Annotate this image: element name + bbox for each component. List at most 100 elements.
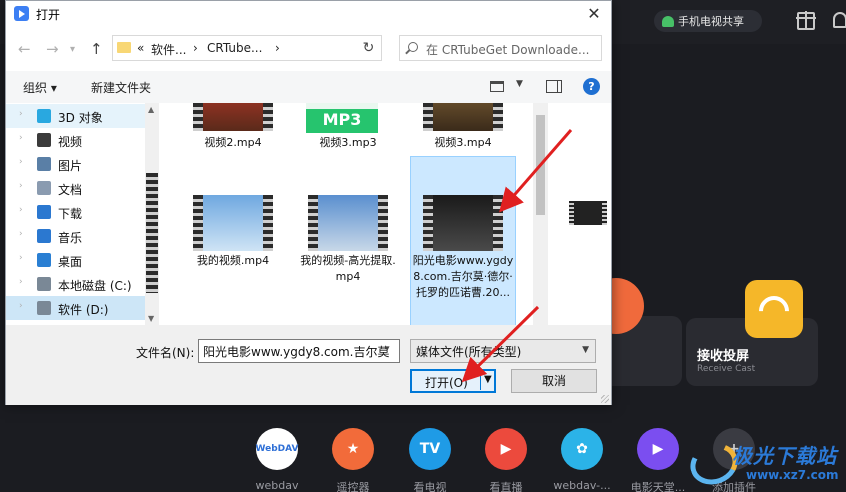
3d-objects-icon bbox=[37, 109, 51, 123]
breadcrumb-separator[interactable]: › bbox=[193, 41, 198, 55]
sidebar-item-label: 3D 对象 bbox=[58, 111, 103, 125]
chevron-down-icon: ▼ bbox=[582, 345, 589, 355]
dock-item-label: webdav-... bbox=[553, 479, 611, 492]
file-item[interactable]: 阳光电影www.ygdy8.com.吉尔莫·德尔·托罗的匹诺曹.20... bbox=[410, 156, 516, 325]
dialog-titlebar[interactable]: 打开 ✕ bbox=[6, 1, 611, 27]
bell-icon[interactable] bbox=[833, 12, 846, 28]
refresh-button[interactable]: ↻ bbox=[356, 35, 382, 61]
android-icon bbox=[662, 15, 674, 27]
sidebar-item[interactable]: › 文档 bbox=[6, 176, 145, 200]
video-thumbnail bbox=[423, 195, 503, 251]
expand-arrow-icon[interactable]: › bbox=[19, 301, 23, 311]
sidebar-item-label: 图片 bbox=[58, 159, 83, 173]
phone-tv-share-label: 手机电视共享 bbox=[678, 15, 744, 28]
dock-item-label: 看电视 bbox=[413, 481, 447, 492]
new-folder-button[interactable]: 新建文件夹 bbox=[91, 79, 151, 96]
preview-pane bbox=[548, 103, 611, 325]
file-type-select[interactable]: 媒体文件(所有类型) ▼ bbox=[410, 339, 596, 363]
forward-button[interactable]: → bbox=[46, 40, 59, 58]
organize-menu[interactable]: 组织 ▾ bbox=[23, 79, 57, 96]
movie-heaven-icon: ▶ bbox=[637, 428, 679, 470]
scrollbar-thumb[interactable] bbox=[536, 115, 545, 215]
file-item[interactable]: 我的视频.mp4 bbox=[181, 157, 285, 267]
search-box[interactable]: 在 CRTubeGet Downloade... bbox=[399, 35, 602, 61]
expand-arrow-icon[interactable]: › bbox=[19, 157, 23, 167]
dialog-footer: 文件名(N): 阳光电影www.ygdy8.com.吉尔莫 ▾ 媒体文件(所有类… bbox=[6, 325, 611, 405]
gift-icon[interactable] bbox=[796, 11, 816, 30]
resize-grip[interactable] bbox=[601, 395, 609, 403]
search-placeholder: 在 CRTubeGet Downloade... bbox=[426, 43, 590, 57]
sidebar-item[interactable]: › 下载 bbox=[6, 200, 145, 224]
sidebar-item-label: 桌面 bbox=[58, 255, 83, 269]
wifi-cast-icon bbox=[745, 280, 803, 338]
sidebar-item-label: 软件 (D:) bbox=[58, 303, 109, 317]
file-item[interactable]: 视频2.mp4 bbox=[181, 103, 285, 155]
breadcrumb-software[interactable]: 软件... bbox=[151, 41, 186, 58]
dock-item[interactable]: ▶ 电影天堂... bbox=[627, 428, 689, 492]
dock-item[interactable]: ★ 遥控器 bbox=[322, 428, 384, 492]
screen-mirror-card[interactable] bbox=[588, 278, 682, 386]
dock-item-label: 看直播 bbox=[489, 481, 523, 492]
view-options-caret[interactable]: ▼ bbox=[516, 79, 523, 89]
navigation-bar: ← → ▾ ↑ « 软件... › CRTube... › ↻ 在 CRTube… bbox=[6, 27, 611, 71]
breadcrumb-crtube[interactable]: CRTube... bbox=[207, 41, 262, 55]
sidebar-item[interactable]: › 本地磁盘 (C:) bbox=[6, 272, 145, 296]
file-item[interactable]: 视频3.mp4 bbox=[411, 103, 515, 155]
webdav-plugin-icon: ✿ bbox=[561, 428, 603, 470]
dock-item[interactable]: WebDAV webdav bbox=[246, 428, 308, 492]
filename-input[interactable]: 阳光电影www.ygdy8.com.吉尔莫 bbox=[198, 339, 400, 363]
webdav-icon: WebDAV bbox=[256, 428, 298, 470]
preview-pane-icon[interactable] bbox=[546, 80, 562, 93]
cast-card-subtitle: Receive Cast bbox=[697, 364, 756, 374]
sidebar-item[interactable]: › 图片 bbox=[6, 152, 145, 176]
sidebar-item[interactable]: › 软件 (D:) bbox=[6, 296, 145, 320]
sidebar-item[interactable]: › 视频 bbox=[6, 128, 145, 152]
expand-arrow-icon[interactable]: › bbox=[19, 253, 23, 263]
close-button[interactable]: ✕ bbox=[583, 3, 605, 25]
address-bar[interactable]: « 软件... › CRTube... › bbox=[112, 35, 376, 61]
sidebar-item[interactable]: › 音乐 bbox=[6, 224, 145, 248]
file-type-value: 媒体文件(所有类型) bbox=[416, 345, 522, 359]
open-button[interactable]: 打开(O) ▼ bbox=[410, 369, 496, 393]
dock-item-label: 遥控器 bbox=[336, 481, 370, 492]
open-file-dialog: 打开 ✕ ← → ▾ ↑ « 软件... › CRTube... › ↻ 在 C… bbox=[5, 0, 612, 405]
breadcrumb-separator[interactable]: › bbox=[275, 41, 280, 55]
file-item[interactable]: MP3 视频3.mp3 bbox=[296, 103, 400, 155]
scroll-up-icon[interactable]: ▲ bbox=[148, 105, 154, 114]
expand-arrow-icon[interactable]: › bbox=[19, 109, 23, 119]
filename-history-caret[interactable]: ▾ bbox=[385, 344, 390, 354]
breadcrumb-overflow[interactable]: « bbox=[137, 41, 144, 55]
dock-item[interactable]: TV 看电视 bbox=[399, 428, 461, 492]
recent-locations-caret[interactable]: ▾ bbox=[70, 44, 75, 55]
sidebar-item[interactable]: › 桌面 bbox=[6, 248, 145, 272]
scroll-down-icon[interactable]: ▼ bbox=[148, 314, 154, 323]
expand-arrow-icon[interactable]: › bbox=[19, 229, 23, 239]
phone-tv-share-button[interactable]: 手机电视共享 bbox=[654, 10, 762, 32]
sidebar-item[interactable]: › 3D 对象 bbox=[6, 104, 145, 128]
file-item[interactable]: 我的视频-高光提取.mp4 bbox=[296, 157, 400, 283]
open-options-caret[interactable]: ▼ bbox=[484, 374, 492, 385]
help-icon[interactable]: ? bbox=[583, 78, 600, 95]
view-options-icon[interactable] bbox=[490, 81, 504, 92]
expand-arrow-icon[interactable]: › bbox=[19, 277, 23, 287]
up-button[interactable]: ↑ bbox=[90, 40, 103, 58]
scrollbar-thumb[interactable] bbox=[146, 173, 158, 293]
videos-icon bbox=[37, 133, 51, 147]
search-icon bbox=[408, 42, 418, 52]
cancel-button[interactable]: 取消 bbox=[511, 369, 597, 393]
preview-video-thumbnail bbox=[569, 201, 607, 225]
disk-c-icon bbox=[37, 277, 51, 291]
back-button[interactable]: ← bbox=[18, 40, 31, 58]
dock-item[interactable]: ✿ webdav-... bbox=[551, 428, 613, 492]
expand-arrow-icon[interactable]: › bbox=[19, 133, 23, 143]
file-list-scrollbar[interactable] bbox=[533, 103, 548, 325]
video-thumbnail bbox=[193, 103, 273, 131]
sidebar-item-label: 音乐 bbox=[58, 231, 83, 245]
dock-item[interactable]: ▶ 看直播 bbox=[475, 428, 537, 492]
file-name: 我的视频.mp4 bbox=[196, 254, 270, 267]
navigation-pane-scrollbar[interactable]: ▲ ▼ bbox=[145, 103, 159, 325]
pictures-icon bbox=[37, 157, 51, 171]
expand-arrow-icon[interactable]: › bbox=[19, 181, 23, 191]
expand-arrow-icon[interactable]: › bbox=[19, 205, 23, 215]
cast-card-title: 接收投屏 bbox=[697, 349, 750, 364]
